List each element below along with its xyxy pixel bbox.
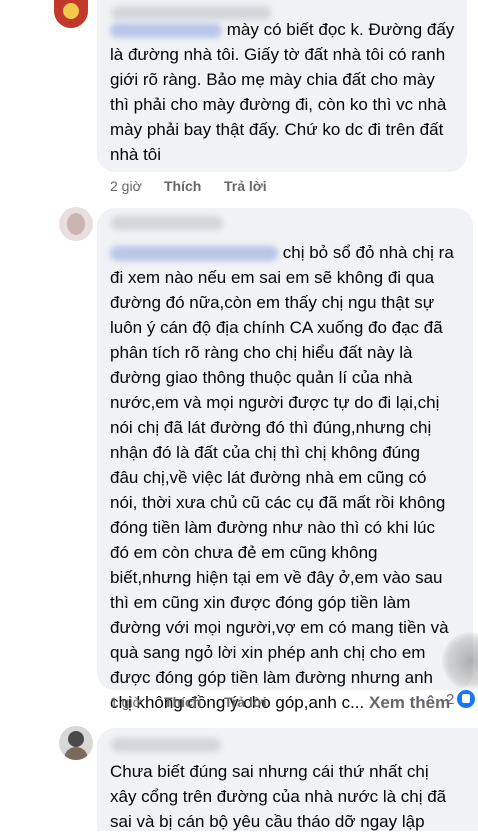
reaction-count: 2 bbox=[446, 690, 455, 708]
like-reaction-icon bbox=[457, 690, 476, 708]
commenter-avatar[interactable] bbox=[54, 0, 88, 28]
commenter-name[interactable] bbox=[111, 738, 221, 752]
see-more-link[interactable]: Xem thêm bbox=[369, 693, 450, 712]
like-button[interactable]: Thích bbox=[164, 178, 201, 194]
commenter-name[interactable] bbox=[111, 216, 223, 230]
commenter-avatar[interactable] bbox=[59, 726, 93, 760]
comment-body: mày có biết đọc k. Đường đấy là đường nh… bbox=[110, 20, 455, 164]
comment-text: chị bỏ sổ đỏ nhà chị ra đi xem nào nếu e… bbox=[110, 240, 468, 715]
mention-link[interactable] bbox=[110, 246, 278, 262]
comment-body: đi xem nào nếu em sai em sẽ không đi qua… bbox=[110, 268, 449, 712]
comment-time[interactable]: 2 giờ bbox=[110, 178, 142, 194]
reaction-summary[interactable]: 2 bbox=[446, 690, 476, 708]
mention-link[interactable] bbox=[110, 23, 222, 39]
comment-text: Chưa biết đúng sai nhưng cái thứ nhất ch… bbox=[110, 762, 447, 831]
commenter-avatar[interactable] bbox=[59, 207, 93, 241]
like-button[interactable]: Thích bbox=[164, 694, 201, 710]
comment-text: mày có biết đọc k. Đường đấy là đường nh… bbox=[110, 17, 460, 167]
comment-time[interactable]: 1 giờ bbox=[110, 694, 142, 710]
reply-button[interactable]: Trả lời bbox=[224, 178, 267, 194]
comment-body-first: chị bỏ sổ đỏ nhà chị ra bbox=[282, 243, 454, 262]
reply-button[interactable]: Trả lời bbox=[224, 694, 267, 710]
